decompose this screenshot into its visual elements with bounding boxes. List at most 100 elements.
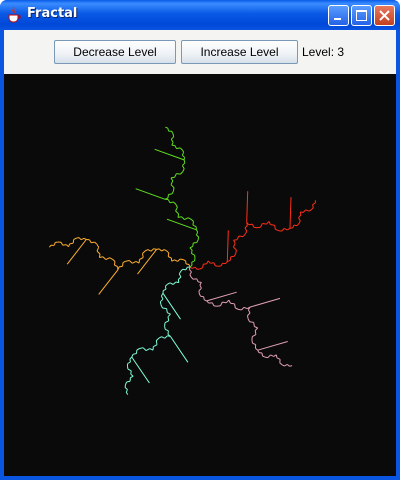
fractal-segment (158, 336, 162, 339)
fractal-segment (160, 295, 164, 300)
fractal-segment (243, 306, 248, 310)
fractal-segment (179, 147, 183, 151)
maximize-button[interactable] (351, 5, 372, 26)
fractal-segment (174, 259, 178, 262)
fractal-segment (160, 304, 163, 309)
fractal-segment (220, 262, 223, 267)
fractal-segment (254, 330, 257, 335)
fractal-segment (175, 206, 178, 212)
fractal-segment (241, 306, 245, 311)
fractal-segment (167, 252, 170, 257)
fractal-segment (268, 221, 271, 225)
fractal-segment (167, 256, 172, 259)
fractal-segment (96, 250, 101, 255)
fractal-segment (211, 302, 215, 307)
fractal-segment (65, 244, 69, 248)
fractal-segment (213, 262, 216, 267)
fractal-segment (206, 291, 237, 302)
fractal-segment (182, 168, 185, 172)
fractal-segment (113, 261, 116, 266)
fractal-segment (203, 299, 207, 302)
fractal-segment (125, 389, 128, 393)
fractal-segment (181, 216, 185, 220)
fractal-segment (244, 230, 248, 235)
fractal-segment (276, 357, 281, 360)
fractal-segment (229, 256, 232, 261)
fractal-segment (247, 318, 251, 323)
fractal-segment (149, 348, 154, 351)
fractal-segment (165, 283, 168, 287)
fractal-segment (126, 366, 129, 370)
fractal-segment (181, 152, 185, 156)
fractal-segment (127, 361, 131, 364)
fractal-segment (274, 225, 276, 230)
fractal-segment (198, 287, 202, 292)
fractal-segment (248, 223, 253, 226)
fractal-segment (76, 237, 80, 239)
fractal-segment (132, 260, 137, 264)
level-label: Level: 3 (302, 45, 345, 59)
fractal-segment (62, 244, 67, 246)
fractal-segment (261, 352, 263, 357)
title-bar[interactable]: Fractal (0, 0, 400, 30)
fractal-segment (168, 193, 173, 195)
minimize-button[interactable] (328, 5, 349, 26)
fractal-segment (66, 239, 87, 265)
fractal-segment (184, 217, 189, 221)
fractal-segment (203, 263, 207, 265)
fractal-segment (233, 240, 236, 244)
fractal-segment (129, 358, 131, 363)
fractal-segment (220, 301, 223, 307)
fractal-segment (253, 322, 255, 327)
fractal-segment (275, 354, 278, 358)
fractal-segment (270, 224, 275, 226)
fractal-segment (166, 250, 170, 254)
fractal-segment (242, 233, 246, 237)
window-bottom-border (0, 476, 400, 480)
close-button[interactable] (374, 5, 395, 26)
fractal-segment (191, 260, 195, 263)
fractal-segment (172, 187, 175, 192)
fractal-segment (55, 241, 58, 243)
fractal-segment (190, 276, 194, 280)
fractal-segment (192, 224, 197, 228)
fractal-segment (174, 173, 177, 178)
fractal-segment (155, 340, 158, 345)
fractal-segment (170, 176, 175, 179)
fractal-segment (150, 248, 154, 252)
fractal-segment (162, 293, 181, 320)
fractal-segment (302, 209, 307, 213)
fractal-segment (311, 207, 314, 210)
decrease-level-button[interactable]: Decrease Level (54, 40, 176, 64)
fractal-segment (182, 268, 186, 271)
fractal-segment (266, 221, 270, 225)
fractal-segment (289, 197, 292, 229)
fractal-segment (281, 364, 285, 367)
fractal-segment (158, 248, 162, 252)
fractal-segment (164, 328, 169, 332)
fractal-canvas[interactable] (4, 74, 396, 476)
increase-level-button[interactable]: Increase Level (181, 40, 298, 64)
fractal-segment (170, 184, 175, 188)
fractal-segment (176, 147, 181, 150)
fractal-segment (289, 365, 293, 367)
fractal-segment (181, 165, 185, 169)
fractal-segment (195, 229, 199, 233)
fractal-segment (260, 223, 263, 228)
fractal-segment (196, 239, 199, 243)
fractal-segment (247, 315, 249, 319)
fractal-segment (249, 321, 254, 323)
client-area: Decrease Level Increase Level Level: 3 (4, 30, 396, 476)
fractal-segment (190, 219, 194, 222)
fractal-drawing (49, 126, 316, 395)
fractal-segment (196, 234, 199, 238)
fractal-segment (167, 127, 170, 132)
fractal-segment (253, 226, 258, 229)
fractal-segment (189, 274, 192, 278)
fractal-segment (187, 217, 192, 220)
fractal-segment (189, 269, 192, 273)
fractal-segment (136, 348, 140, 351)
fractal-segment (210, 262, 214, 264)
fractal-segment (162, 307, 167, 310)
fractal-segment (225, 261, 228, 264)
